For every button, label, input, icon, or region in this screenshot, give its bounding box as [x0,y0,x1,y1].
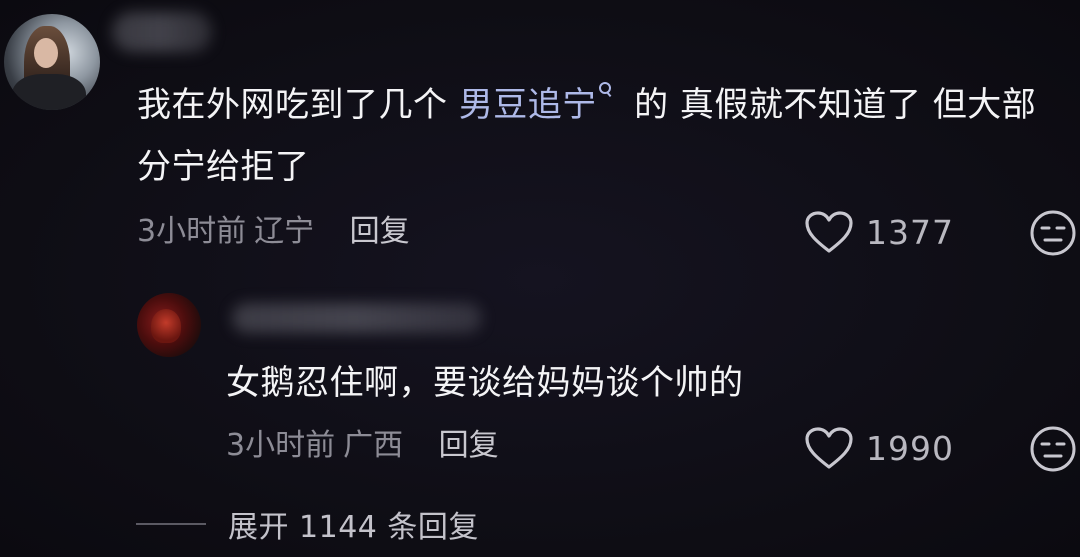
dislike-button[interactable] [1028,424,1078,478]
comment-meta: 3小时前 辽宁 回复 [137,212,410,252]
avatar-body [12,74,86,110]
heart-icon [805,427,853,469]
reply-avatar[interactable] [137,293,201,357]
reply-meta: 3小时前 广西 回复 [226,426,499,466]
dislike-face-icon [1030,426,1076,472]
commenter-avatar[interactable] [4,14,100,110]
reply-time: 3小时前 [226,428,336,463]
search-icon [598,82,613,96]
comment-text-part: 我在外网吃到了几个 [137,85,459,125]
reply-button[interactable]: 回复 [350,214,410,249]
like-button[interactable]: 1377 [804,210,954,254]
reply-body: 女鹅忍住啊，要谈给妈妈谈个帅的 [226,363,744,403]
like-count: 1377 [866,212,954,252]
like-count: 1990 [866,428,954,468]
comment-time: 3小时前 [137,214,247,249]
heart-icon [805,211,853,253]
like-button[interactable]: 1990 [804,426,954,470]
expand-replies-button[interactable]: 展开 1144 条回复 [136,502,479,546]
comment-body: 我在外网吃到了几个 男豆追宁 的 真假就不知道了 但大部分宁给拒了 [137,74,1067,198]
blurred-username[interactable] [232,303,482,333]
avatar-figure [151,309,181,343]
comment-location: 辽宁 [254,214,315,249]
dislike-face-icon [1030,210,1076,256]
blurred-username[interactable] [112,12,212,52]
search-link[interactable]: 男豆追宁 [458,82,623,125]
expand-divider [136,523,206,525]
reply-location: 广西 [343,428,404,463]
dislike-button[interactable] [1028,208,1078,262]
avatar-face [34,38,58,68]
expand-replies-label: 展开 1144 条回复 [228,510,479,545]
reply-button[interactable]: 回复 [439,428,499,463]
search-link-text: 男豆追宁 [458,85,597,125]
comment-thread: 我在外网吃到了几个 男豆追宁 的 真假就不知道了 但大部分宁给拒了 3小时前 辽宁… [0,0,1080,557]
